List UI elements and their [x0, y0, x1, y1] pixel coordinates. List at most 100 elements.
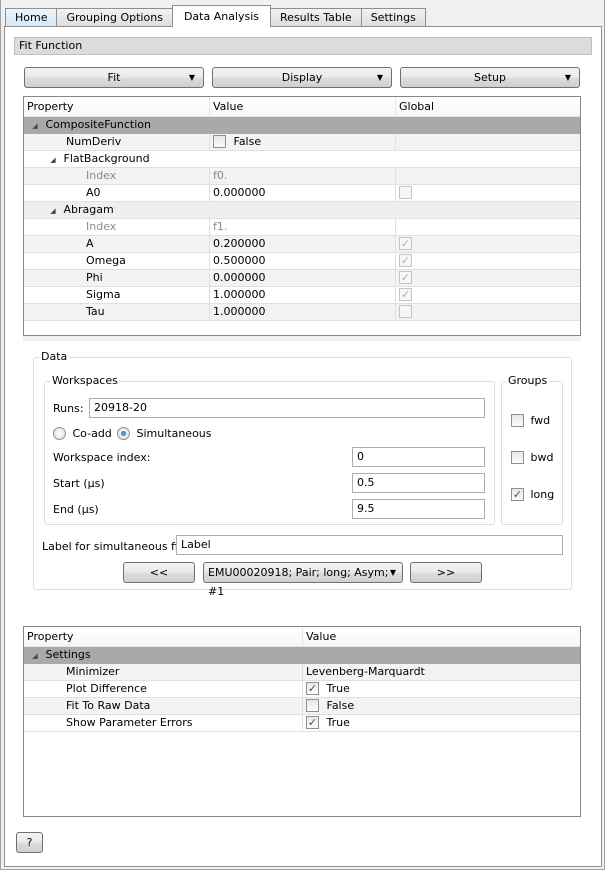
tree-row-settings[interactable]: ◢ Settings [24, 647, 580, 664]
column-header-value[interactable]: Value [210, 97, 396, 116]
expand-icon[interactable]: ◢ [28, 118, 42, 134]
end-input[interactable]: 9.5 [352, 499, 485, 519]
column-header-property[interactable]: Property [24, 627, 303, 646]
coadd-radio[interactable] [53, 426, 66, 440]
start-input[interactable]: 0.5 [352, 473, 485, 493]
setting-name: Plot Difference [24, 681, 303, 697]
settings-row-plot-difference[interactable]: Plot Difference ✓ True [24, 681, 580, 698]
global-checkbox[interactable]: ✓ [399, 270, 412, 284]
tree-row-param-sigma[interactable]: Sigma 1.000000 ✓ [24, 287, 580, 304]
param-value[interactable]: 1.000000 [210, 287, 396, 303]
setting-value: True [326, 716, 350, 729]
param-name: Sigma [24, 287, 210, 303]
splitter-handle[interactable] [23, 336, 581, 341]
previous-dataset-button[interactable]: << [123, 562, 195, 583]
runs-input[interactable]: 20918-20 [89, 398, 485, 418]
tree-row-param-phi[interactable]: Phi 0.000000 ✓ [24, 270, 580, 287]
group-long[interactable]: ✓ long [511, 487, 555, 502]
group-fwd-checkbox[interactable] [511, 413, 524, 427]
dataset-select[interactable]: EMU00020918; Pair; long; Asym; #1 ▼ [203, 562, 403, 598]
next-dataset-button[interactable]: >> [410, 562, 482, 583]
param-value[interactable]: 1.000000 [210, 304, 396, 320]
index-value: f1. [210, 219, 396, 235]
tab-data-analysis[interactable]: Data Analysis [171, 5, 272, 27]
tree-row-abragam-index[interactable]: Index f1. [24, 219, 580, 236]
expand-icon[interactable]: ◢ [46, 152, 60, 167]
tab-bar: Home Grouping Options Data Analysis Resu… [5, 5, 426, 27]
fit-to-raw-data-checkbox[interactable] [306, 698, 319, 712]
param-value[interactable]: 0.200000 [210, 236, 396, 252]
setting-name: Show Parameter Errors [24, 715, 303, 731]
end-label: End (µs) [53, 503, 99, 516]
tree-row-param-tau[interactable]: Tau 1.000000 [24, 304, 580, 321]
tab-settings[interactable]: Settings [360, 8, 426, 27]
tree-row-param-omega[interactable]: Omega 0.500000 ✓ [24, 253, 580, 270]
global-checkbox[interactable]: ✓ [399, 287, 412, 301]
help-button[interactable]: ? [16, 832, 43, 853]
tree-row-numderiv[interactable]: NumDeriv False [24, 134, 580, 151]
setup-button-label: Setup [473, 71, 507, 84]
global-checkbox[interactable]: ✓ [399, 253, 412, 267]
column-header-value[interactable]: Value [303, 627, 580, 646]
tab-home[interactable]: Home [5, 8, 58, 27]
global-checkbox[interactable] [399, 185, 412, 199]
group-long-checkbox[interactable]: ✓ [511, 487, 524, 501]
data-groupbox-title: Data [39, 350, 70, 364]
group-bwd[interactable]: bwd [511, 450, 553, 465]
fit-dropdown-button[interactable]: Fit ▼ [24, 67, 204, 88]
setup-dropdown-button[interactable]: Setup ▼ [400, 67, 580, 88]
tree-row-param-a0[interactable]: A0 0.000000 [24, 185, 580, 202]
index-name: Index [24, 219, 210, 235]
fit-button-label: Fit [107, 71, 121, 84]
numderiv-value-text: False [233, 135, 262, 148]
data-analysis-panel: Fit Function Fit ▼ Display ▼ Setup ▼ Pro… [4, 26, 602, 867]
group-fwd[interactable]: fwd [511, 413, 550, 428]
numderiv-value[interactable]: False [210, 134, 396, 150]
settings-row-show-parameter-errors[interactable]: Show Parameter Errors ✓ True [24, 715, 580, 732]
composite-function-label: CompositeFunction [45, 118, 152, 131]
numderiv-checkbox[interactable] [213, 134, 226, 148]
global-checkbox[interactable] [399, 304, 412, 318]
tree-row-composite-function[interactable]: ◢ CompositeFunction [24, 117, 580, 134]
tree-row-flat-background[interactable]: ◢ FlatBackground [24, 151, 580, 168]
param-value[interactable]: 0.000000 [210, 270, 396, 286]
group-long-label: long [530, 488, 555, 501]
settings-row-fit-to-raw-data[interactable]: Fit To Raw Data False [24, 698, 580, 715]
simultaneous-radio[interactable] [117, 426, 130, 440]
tab-grouping-options[interactable]: Grouping Options [56, 8, 173, 27]
column-header-global[interactable]: Global [396, 97, 580, 116]
chevron-down-icon: ▼ [188, 73, 195, 82]
settings-row-minimizer[interactable]: Minimizer Levenberg-Marquardt [24, 664, 580, 681]
dataset-select-value: EMU00020918; Pair; long; Asym; #1 [208, 566, 389, 598]
fit-settings-tree[interactable]: Property Value ◢ Settings Minimizer Leve… [23, 626, 581, 817]
tab-results-table[interactable]: Results Table [270, 8, 362, 27]
setting-name: Fit To Raw Data [24, 698, 303, 714]
flat-background-label: FlatBackground [63, 152, 150, 165]
group-bwd-checkbox[interactable] [511, 450, 524, 464]
settings-group-label: Settings [45, 648, 91, 661]
param-value[interactable]: 0.500000 [210, 253, 396, 269]
simultaneous-label-input[interactable]: Label [176, 535, 563, 555]
fit-function-title: Fit Function [14, 37, 592, 55]
tree-row-param-a[interactable]: A 0.200000 ✓ [24, 236, 580, 253]
plot-difference-checkbox[interactable]: ✓ [306, 681, 319, 695]
settings-tree-header: Property Value [24, 627, 580, 647]
display-dropdown-button[interactable]: Display ▼ [212, 67, 392, 88]
param-value[interactable]: 0.000000 [210, 185, 396, 201]
display-button-label: Display [281, 71, 323, 84]
workspace-index-input[interactable]: 0 [352, 447, 485, 467]
abragam-label: Abragam [63, 203, 114, 216]
index-value: f0. [210, 168, 396, 184]
show-parameter-errors-checkbox[interactable]: ✓ [306, 715, 319, 729]
function-property-tree[interactable]: Property Value Global ◢ CompositeFunctio… [23, 96, 581, 336]
column-header-property[interactable]: Property [24, 97, 210, 116]
runs-label: Runs: [53, 402, 84, 415]
setting-value[interactable]: Levenberg-Marquardt [303, 664, 580, 680]
tree-row-flat-background-index[interactable]: Index f0. [24, 168, 580, 185]
global-checkbox[interactable]: ✓ [399, 236, 412, 250]
coadd-option[interactable]: Co-add [53, 426, 112, 441]
expand-icon[interactable]: ◢ [28, 648, 42, 664]
expand-icon[interactable]: ◢ [46, 203, 60, 218]
simultaneous-option[interactable]: Simultaneous [117, 426, 212, 441]
tree-row-abragam[interactable]: ◢ Abragam [24, 202, 580, 219]
